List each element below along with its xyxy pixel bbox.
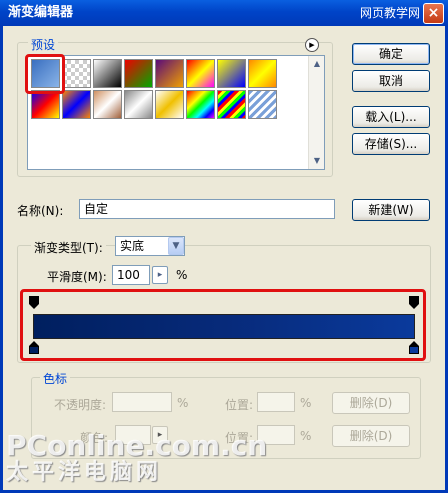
opacity-stop-left[interactable] — [29, 296, 39, 309]
scroll-up-icon[interactable]: ▲ — [310, 57, 324, 71]
gradient-preview-bar[interactable] — [33, 314, 415, 339]
preset-swatch[interactable] — [217, 59, 246, 88]
opacity-field[interactable] — [112, 392, 172, 412]
chevron-down-icon[interactable]: ▼ — [168, 237, 184, 255]
gradient-type-select[interactable]: 实底 ▼ — [115, 236, 185, 256]
presets-legend: 预设 — [28, 36, 59, 53]
preset-swatch[interactable] — [62, 90, 91, 119]
selected-preset-highlight — [25, 54, 65, 94]
cancel-button[interactable]: 取消 — [352, 70, 430, 92]
gradient-type-label: 渐变类型(T): — [31, 239, 106, 256]
name-field[interactable]: 自定 — [79, 199, 335, 219]
preset-swatch[interactable] — [31, 90, 60, 119]
preset-swatch[interactable] — [124, 90, 153, 119]
preset-swatch[interactable] — [248, 90, 277, 119]
watermark-text: 网页教学网 — [359, 6, 420, 20]
preset-swatch[interactable] — [186, 90, 215, 119]
opacity-stop-right[interactable] — [409, 296, 419, 309]
opacity-label: 不透明度: — [54, 398, 107, 412]
preset-swatch[interactable] — [155, 59, 184, 88]
close-button[interactable]: × — [423, 3, 444, 24]
opacity-location-unit: % — [300, 396, 312, 410]
opacity-location-field[interactable] — [257, 392, 295, 412]
presets-scrollbar[interactable]: ▲ ▼ — [308, 56, 324, 169]
preset-swatch[interactable] — [93, 90, 122, 119]
new-button[interactable]: 新建(W) — [352, 199, 430, 221]
opacity-location-label: 位置: — [225, 398, 254, 412]
smoothness-field[interactable]: 100 — [112, 265, 150, 285]
preset-swatch[interactable] — [124, 59, 153, 88]
color-stop-right[interactable] — [409, 341, 419, 354]
title-bar: 渐变编辑器 网页教学网 × — [0, 0, 448, 26]
gradient-type-value: 实底 — [120, 239, 145, 253]
preset-swatch[interactable] — [93, 59, 122, 88]
watermark-brand: PConline.com.cn — [6, 429, 268, 462]
ok-button[interactable]: 确定 — [352, 43, 430, 65]
delete-opacity-stop-button[interactable]: 删除(D) — [332, 392, 410, 414]
presets-swatch-list: ▲ ▼ — [27, 55, 325, 170]
preset-swatch[interactable] — [248, 59, 277, 88]
load-button[interactable]: 载入(L)... — [352, 106, 430, 128]
name-label: 名称(N): — [17, 204, 64, 218]
window-title: 渐变编辑器 — [8, 5, 74, 20]
preset-swatch[interactable] — [186, 59, 215, 88]
color-stops-legend: 色标 — [40, 370, 71, 387]
color-stop-left[interactable] — [29, 341, 39, 354]
smoothness-label: 平滑度(M): — [47, 270, 107, 284]
color-location-unit: % — [300, 429, 312, 443]
presets-menu-icon[interactable]: ▶ — [305, 38, 319, 52]
scroll-down-icon[interactable]: ▼ — [310, 154, 324, 168]
preset-swatch[interactable] — [217, 90, 246, 119]
preset-swatch[interactable] — [155, 90, 184, 119]
save-button[interactable]: 存储(S)... — [352, 133, 430, 155]
watermark-brand-cn: 太平洋电脑网 — [6, 460, 163, 485]
smoothness-unit: % — [176, 268, 188, 282]
smoothness-slider-icon[interactable]: ▸ — [152, 266, 168, 284]
preset-swatch[interactable] — [62, 59, 91, 88]
delete-color-stop-button[interactable]: 删除(D) — [332, 425, 410, 447]
opacity-unit: % — [177, 396, 189, 410]
